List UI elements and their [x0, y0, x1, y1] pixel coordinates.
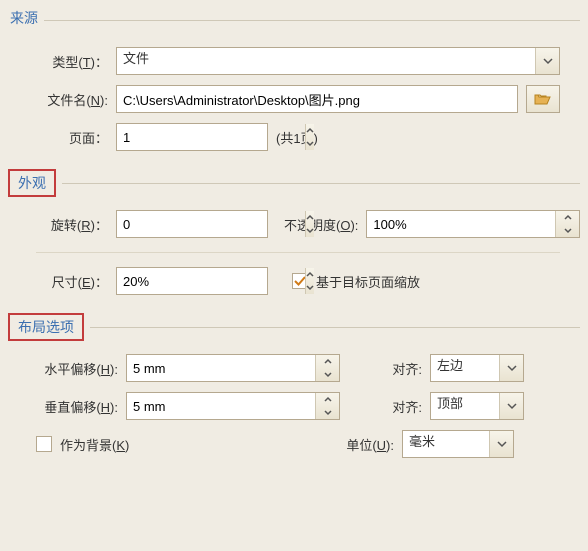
- label-type: 类型(T)：: [36, 52, 108, 71]
- input-filename[interactable]: [116, 85, 518, 113]
- label-size: 尺寸(E)：: [36, 272, 108, 291]
- select-unit[interactable]: 毫米: [402, 430, 514, 458]
- checkbox-as-background[interactable]: [36, 436, 52, 452]
- open-folder-icon: [534, 92, 552, 106]
- divider: [62, 183, 580, 184]
- label-page: 页面：: [36, 128, 108, 147]
- chevron-down-icon: [489, 431, 513, 457]
- select-h-align[interactable]: 左边: [430, 354, 524, 382]
- spinner-page[interactable]: [116, 123, 268, 151]
- spinner-size-value[interactable]: [117, 268, 305, 294]
- select-v-align[interactable]: 顶部: [430, 392, 524, 420]
- group-appearance: 外观 旋转(R)： 不透明度(O): 尺: [8, 169, 580, 303]
- group-title-source: 来源: [8, 6, 38, 34]
- label-unit: 单位(U):: [320, 435, 394, 454]
- select-type[interactable]: 文件: [116, 47, 560, 75]
- spinner-h-offset-value[interactable]: [127, 355, 315, 381]
- divider: [90, 327, 580, 328]
- spinner-page-value[interactable]: [117, 124, 305, 150]
- label-h-align: 对齐:: [348, 359, 422, 378]
- label-scale-to-target: 基于目标页面缩放: [316, 272, 420, 291]
- divider: [36, 252, 560, 253]
- spinner-v-offset[interactable]: [126, 392, 340, 420]
- group-title-layout: 布局选项: [8, 313, 84, 341]
- chevron-down-icon: [499, 355, 523, 381]
- input-filename-value[interactable]: [117, 86, 517, 112]
- group-appearance-body: 旋转(R)： 不透明度(O): 尺寸(E)：: [8, 210, 580, 303]
- label-rotation: 旋转(R)：: [36, 215, 108, 234]
- spinner-rotation-value[interactable]: [117, 211, 305, 237]
- group-layout: 布局选项 水平偏移(H): 对齐: 左边: [8, 313, 580, 466]
- group-title-appearance: 外观: [8, 169, 56, 197]
- group-layout-body: 水平偏移(H): 对齐: 左边 垂直偏移(H):: [8, 354, 580, 466]
- browse-button[interactable]: [526, 85, 560, 113]
- spinner-opacity-value[interactable]: [367, 211, 555, 237]
- group-source: 来源 类型(T)： 文件 文件名(N):: [8, 6, 580, 159]
- label-v-offset: 垂直偏移(H):: [36, 397, 118, 416]
- spinner-size[interactable]: [116, 267, 268, 295]
- spinner-arrows[interactable]: [315, 393, 339, 419]
- label-h-offset: 水平偏移(H):: [36, 359, 118, 378]
- spinner-rotation[interactable]: [116, 210, 268, 238]
- chevron-down-icon: [499, 393, 523, 419]
- select-v-align-value: 顶部: [431, 393, 499, 419]
- spinner-arrows[interactable]: [315, 355, 339, 381]
- spinner-arrows[interactable]: [555, 211, 579, 237]
- spinner-arrows[interactable]: [305, 268, 314, 294]
- label-as-background: 作为背景(K): [60, 435, 129, 454]
- group-source-body: 类型(T)： 文件 文件名(N): 页面：: [8, 47, 580, 159]
- chevron-down-icon: [535, 48, 559, 74]
- spinner-v-offset-value[interactable]: [127, 393, 315, 419]
- label-v-align: 对齐:: [348, 397, 422, 416]
- spinner-opacity[interactable]: [366, 210, 580, 238]
- spinner-arrows[interactable]: [305, 124, 314, 150]
- spinner-arrows[interactable]: [305, 211, 314, 237]
- divider: [44, 20, 580, 21]
- select-type-value: 文件: [117, 48, 535, 74]
- select-h-align-value: 左边: [431, 355, 499, 381]
- select-unit-value: 毫米: [403, 431, 489, 457]
- spinner-h-offset[interactable]: [126, 354, 340, 382]
- label-filename: 文件名(N):: [36, 90, 108, 109]
